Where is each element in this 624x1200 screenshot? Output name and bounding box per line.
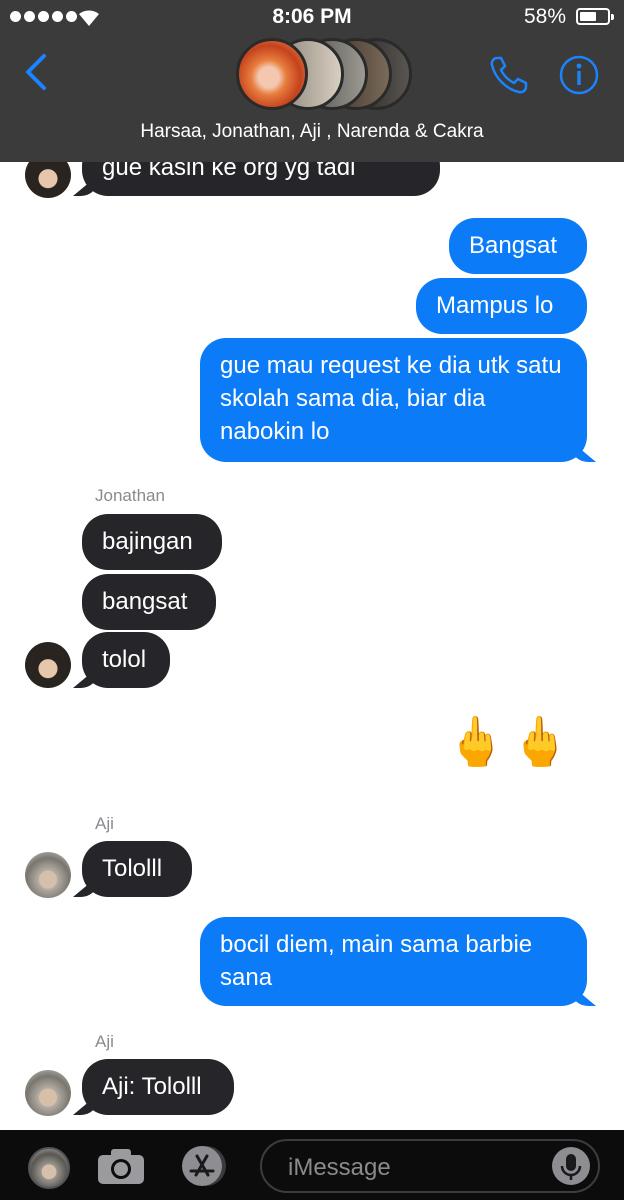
group-avatars[interactable] [236,38,412,110]
message-bubble-incoming[interactable]: tolol [82,632,170,688]
avatar-aji[interactable] [25,852,71,898]
avatar[interactable] [28,1147,70,1189]
message-bubble-outgoing[interactable]: bocil diem, main sama barbie sana [200,917,587,1006]
chevron-left-icon[interactable] [22,52,48,92]
group-name-label[interactable]: Harsaa, Jonathan, Aji , Narenda & Cakra [0,121,624,143]
avatar-aji[interactable] [25,1070,71,1116]
battery-percentage: 58% [523,5,566,28]
battery-icon [576,8,614,25]
message-bubble-incoming[interactable]: bangsat [82,574,216,630]
avatar-jonathan[interactable] [25,642,71,688]
message-thread[interactable]: gue kasih ke org yg tadi Bangsat Mampus … [0,0,624,1130]
emoji-middle-finger[interactable]: 🖕 [446,712,506,772]
status-bar: 8:06 PM 58% [0,0,624,36]
message-bubble-incoming[interactable]: Aji: Tololll [82,1059,234,1115]
imessage-field[interactable] [260,1139,600,1193]
message-bubble-outgoing[interactable]: Bangsat [449,218,587,274]
sender-name: Aji [95,814,114,833]
camera-icon[interactable] [96,1146,146,1186]
message-bubble-outgoing[interactable]: gue mau request ke dia utk satu skolah s… [200,338,587,462]
phone-icon[interactable] [488,54,532,96]
sender-name: Aji [95,1032,114,1051]
app-store-icon[interactable] [176,1144,232,1188]
microphone-icon[interactable] [552,1147,590,1185]
message-input[interactable] [286,1151,550,1185]
message-bubble-incoming[interactable]: bajingan [82,514,222,570]
sender-name: Jonathan [95,486,165,505]
message-input-bar [0,1130,624,1200]
message-bubble-outgoing[interactable]: Mampus lo [416,278,587,334]
info-icon[interactable] [558,54,600,96]
emoji-middle-finger[interactable]: 🖕 [510,712,570,772]
navigation-header: 8:06 PM 58% Harsaa, Jonathan, Aji , Nare… [0,0,624,162]
message-bubble-incoming[interactable]: Tololll [82,841,192,897]
avatar [236,38,308,110]
